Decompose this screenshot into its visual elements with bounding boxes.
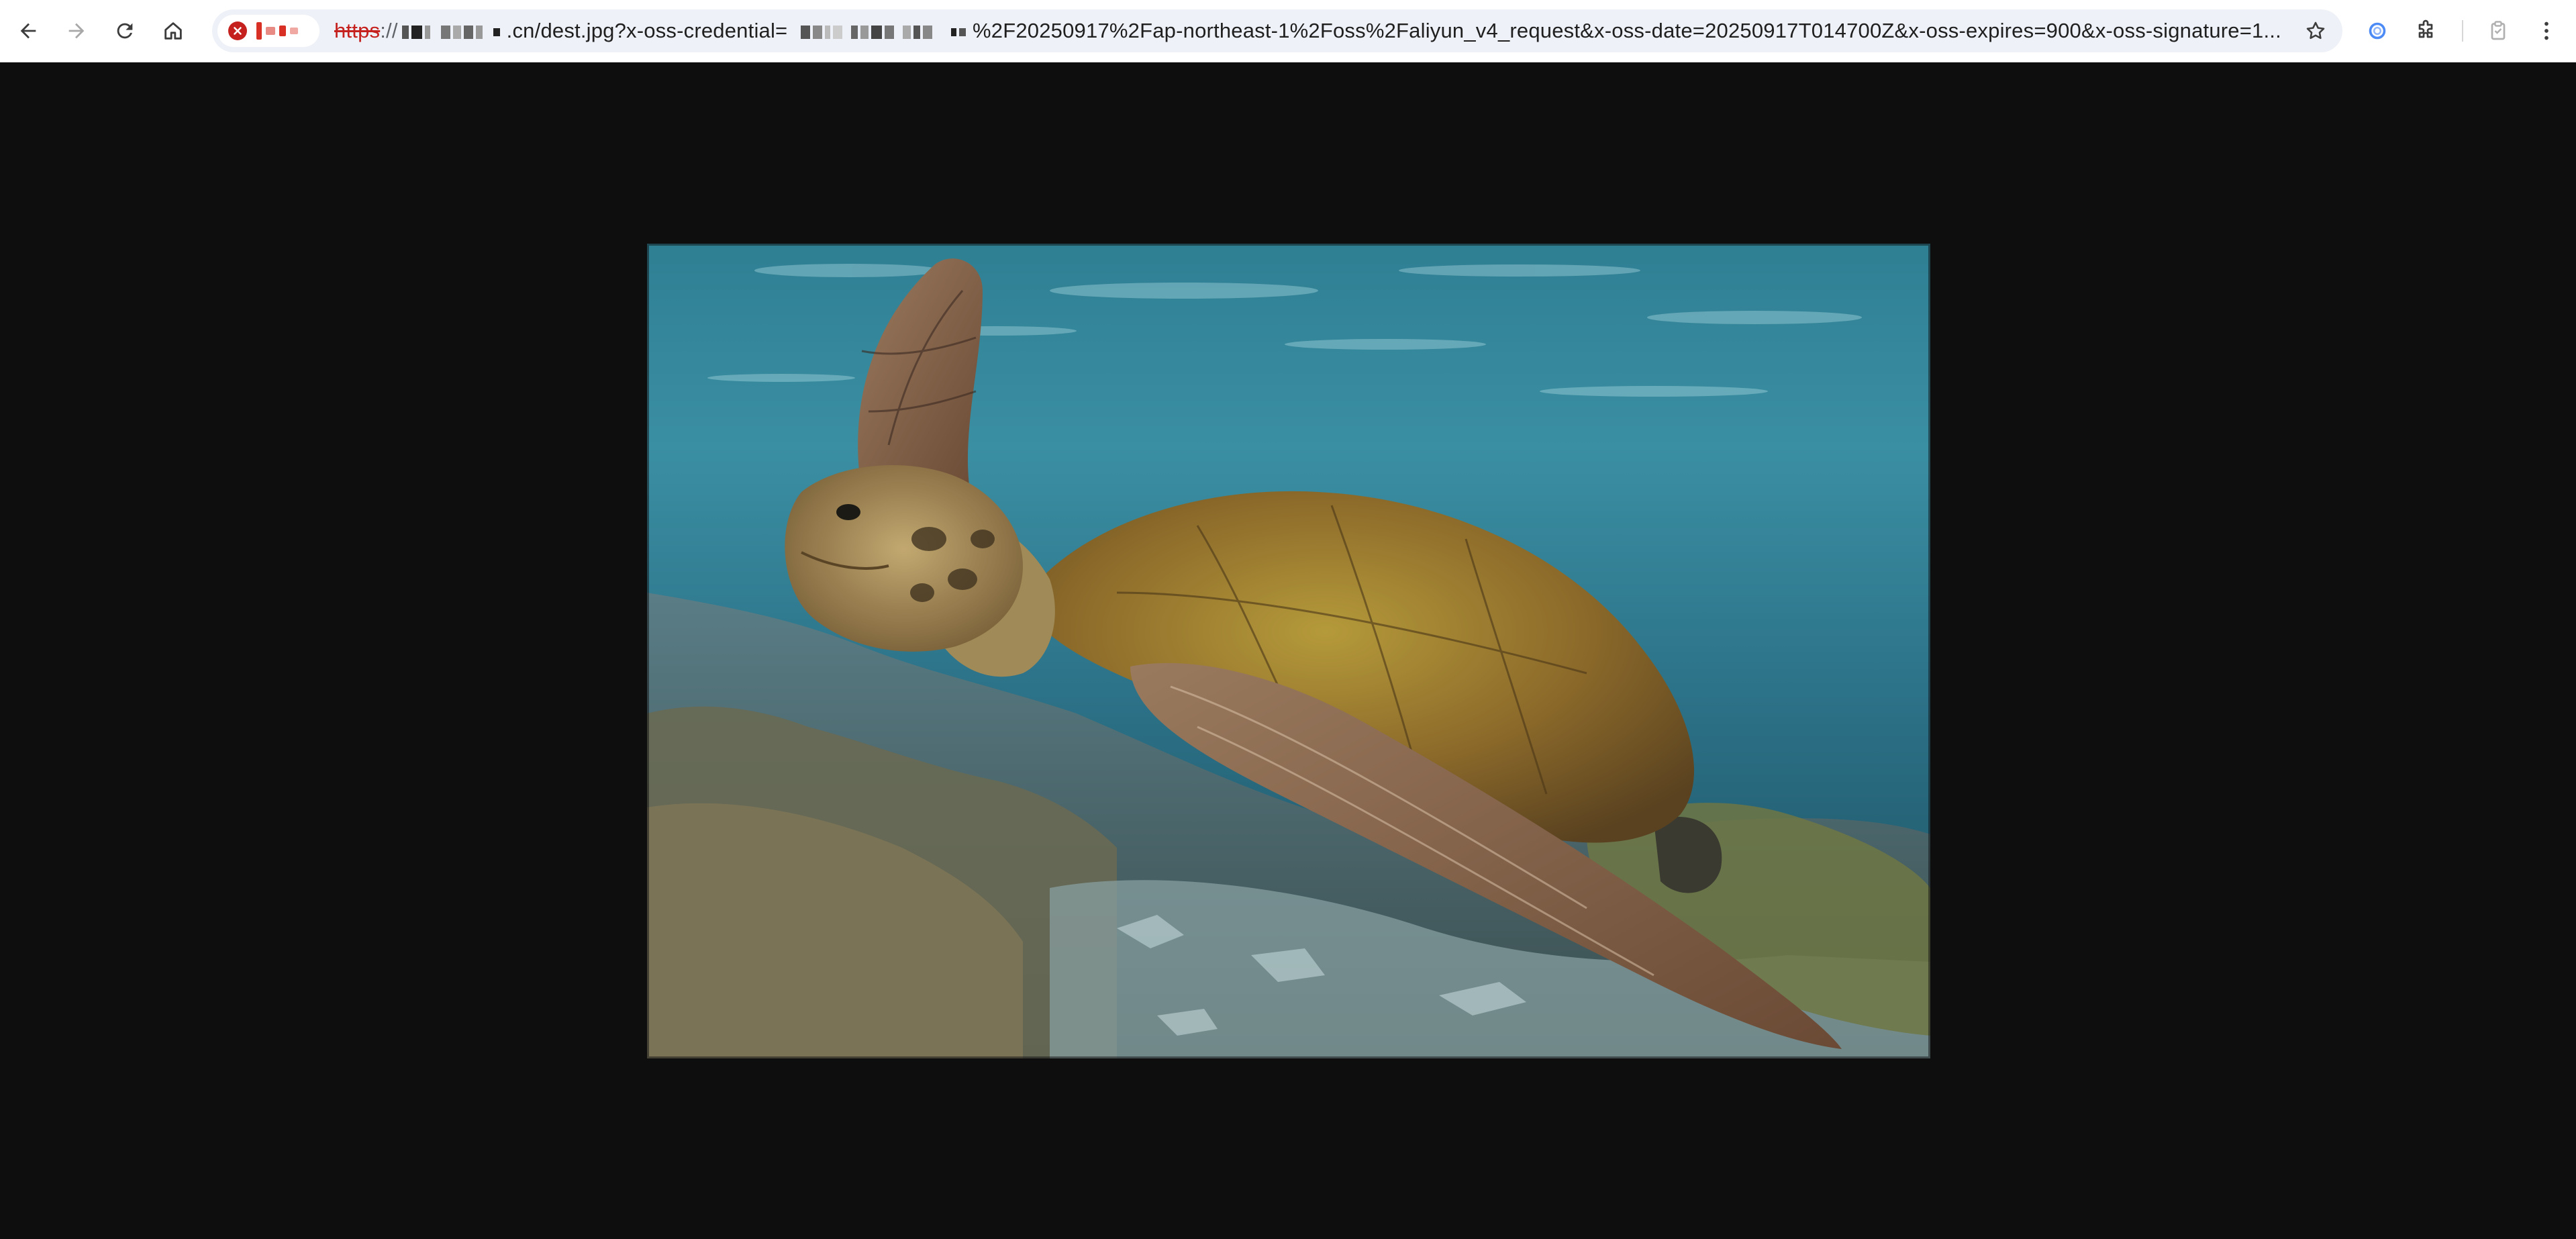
turtle-eye [836, 504, 860, 520]
kebab-menu-icon [2544, 21, 2548, 40]
home-button[interactable] [154, 12, 192, 50]
extensions-menu-button[interactable] [2407, 12, 2444, 50]
redacted-chip-text [256, 22, 298, 40]
extension-button[interactable] [2359, 12, 2396, 50]
browser-toolbar: https :// .cn/dest.jpg?x-oss-credential=… [0, 0, 2576, 62]
arrow-left-icon [20, 23, 36, 39]
url-text[interactable]: https :// .cn/dest.jpg?x-oss-credential=… [334, 9, 2289, 52]
reload-icon [117, 23, 133, 39]
url-scheme: https [334, 19, 381, 42]
security-indicator[interactable] [217, 15, 319, 47]
url-query-rest: %2F20250917%2Fap-northeast-1%2Foss%2Fali… [973, 19, 2281, 42]
reload-button[interactable] [106, 12, 144, 50]
redacted-domain-part [440, 19, 485, 43]
profile-extension-button[interactable] [2479, 12, 2517, 50]
image-viewer [0, 62, 2576, 1239]
redacted-domain-part [493, 19, 503, 43]
extension-ring-icon [2369, 22, 2386, 40]
redacted-credential-part [951, 19, 969, 43]
sea-turtle-photo[interactable] [647, 244, 1930, 1058]
url-domain-suffix: .cn/dest.jpg?x-oss-credential= [506, 19, 788, 42]
puzzle-piece-icon [2418, 19, 2433, 38]
toolbar-divider [2462, 20, 2463, 42]
home-icon [164, 22, 182, 40]
browser-menu-button[interactable] [2528, 12, 2565, 50]
address-bar[interactable]: https :// .cn/dest.jpg?x-oss-credential=… [212, 9, 2342, 52]
redacted-domain [401, 19, 433, 43]
not-secure-icon [228, 21, 247, 40]
arrow-right-icon [68, 23, 85, 39]
back-button[interactable] [9, 12, 47, 50]
bookmark-button[interactable] [2298, 13, 2333, 48]
forward-button[interactable] [58, 12, 95, 50]
clipboard-icon [2491, 21, 2506, 40]
sea-turtle-illustration [647, 244, 1930, 1058]
url-separator: :// [380, 19, 398, 42]
star-icon [2306, 21, 2325, 40]
redacted-credential [801, 19, 935, 43]
